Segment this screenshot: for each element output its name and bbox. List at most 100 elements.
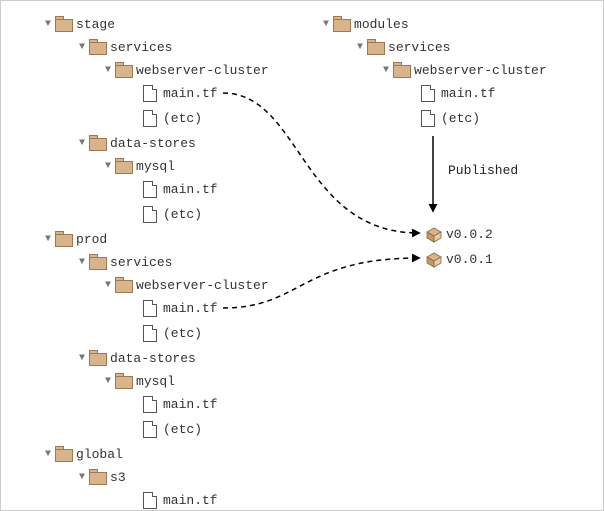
folder-label: services: [110, 40, 172, 55]
file-prod-main-tf: main.tf: [143, 299, 218, 317]
folder-icon: [89, 352, 105, 364]
folder-icon: [55, 233, 71, 245]
folder-icon: [55, 18, 71, 30]
file-icon: [143, 421, 157, 438]
file-label: main.tf: [163, 493, 218, 508]
file-label: main.tf: [441, 86, 496, 101]
expand-icon: ▼: [79, 42, 85, 53]
folder-icon: [115, 160, 131, 172]
file-icon: [143, 325, 157, 342]
folder-label: data-stores: [110, 136, 196, 151]
expand-icon: ▼: [45, 449, 51, 460]
expand-icon: ▼: [323, 19, 329, 30]
file-stage-main-tf: main.tf: [143, 84, 218, 102]
folder-icon: [115, 64, 131, 76]
expand-icon: ▼: [105, 65, 111, 76]
folder-icon: [89, 41, 105, 53]
folder-stage-mysql: ▼ mysql: [105, 157, 175, 175]
folder-icon: [333, 18, 349, 30]
file-label: main.tf: [163, 397, 218, 412]
file-label: (etc): [163, 422, 202, 437]
folder-label: data-stores: [110, 351, 196, 366]
file-icon: [143, 110, 157, 127]
expand-icon: ▼: [105, 376, 111, 387]
file-icon: [143, 181, 157, 198]
file-prod-mysql-etc: (etc): [143, 420, 202, 438]
expand-icon: ▼: [79, 472, 85, 483]
folder-modules-services: ▼ services: [357, 38, 450, 56]
package-v002: v0.0.2: [426, 225, 493, 243]
folder-modules: ▼ modules: [323, 15, 409, 33]
folder-label: webserver-cluster: [136, 278, 269, 293]
file-prod-etc: (etc): [143, 324, 202, 342]
file-icon: [143, 85, 157, 102]
file-label: main.tf: [163, 86, 218, 101]
expand-icon: ▼: [79, 353, 85, 364]
folder-icon: [89, 137, 105, 149]
package-v001: v0.0.1: [426, 250, 493, 268]
folder-stage-webserver-cluster: ▼ webserver-cluster: [105, 61, 269, 79]
file-icon: [421, 85, 435, 102]
expand-icon: ▼: [383, 65, 389, 76]
file-global-main-tf: main.tf: [143, 491, 218, 509]
folder-global-s3: ▼ s3: [79, 468, 126, 486]
file-stage-etc: (etc): [143, 109, 202, 127]
package-icon: [426, 252, 440, 266]
folder-stage: ▼ stage: [45, 15, 115, 33]
diagram-canvas: ▼ stage ▼ services ▼ webserver-cluster m…: [0, 0, 604, 511]
expand-icon: ▼: [105, 161, 111, 172]
expand-icon: ▼: [79, 138, 85, 149]
expand-icon: ▼: [79, 257, 85, 268]
folder-prod-services: ▼ services: [79, 253, 172, 271]
folder-icon: [55, 448, 71, 460]
file-label: (etc): [441, 111, 480, 126]
folder-label: global: [76, 447, 123, 462]
package-icon: [426, 227, 440, 241]
file-stage-mysql-etc: (etc): [143, 205, 202, 223]
file-modules-main-tf: main.tf: [421, 84, 496, 102]
file-icon: [143, 206, 157, 223]
version-label: v0.0.1: [446, 252, 493, 267]
expand-icon: ▼: [105, 280, 111, 291]
file-stage-mysql-main-tf: main.tf: [143, 180, 218, 198]
folder-label: modules: [354, 17, 409, 32]
folder-icon: [393, 64, 409, 76]
expand-icon: ▼: [45, 19, 51, 30]
file-modules-etc: (etc): [421, 109, 480, 127]
file-icon: [421, 110, 435, 127]
file-label: main.tf: [163, 301, 218, 316]
folder-icon: [367, 41, 383, 53]
folder-label: s3: [110, 470, 126, 485]
file-label: (etc): [163, 326, 202, 341]
folder-label: services: [388, 40, 450, 55]
folder-icon: [115, 279, 131, 291]
file-prod-mysql-main-tf: main.tf: [143, 395, 218, 413]
folder-modules-webserver-cluster: ▼ webserver-cluster: [383, 61, 547, 79]
file-label: (etc): [163, 207, 202, 222]
folder-icon: [115, 375, 131, 387]
folder-prod-webserver-cluster: ▼ webserver-cluster: [105, 276, 269, 294]
folder-prod: ▼ prod: [45, 230, 107, 248]
file-icon: [143, 396, 157, 413]
folder-prod-data-stores: ▼ data-stores: [79, 349, 196, 367]
folder-icon: [89, 471, 105, 483]
folder-stage-data-stores: ▼ data-stores: [79, 134, 196, 152]
file-icon: [143, 492, 157, 509]
folder-stage-services: ▼ services: [79, 38, 172, 56]
folder-label: mysql: [136, 159, 175, 174]
version-label: v0.0.2: [446, 227, 493, 242]
folder-label: stage: [76, 17, 115, 32]
folder-label: mysql: [136, 374, 175, 389]
file-label: main.tf: [163, 182, 218, 197]
folder-label: prod: [76, 232, 107, 247]
folder-prod-mysql: ▼ mysql: [105, 372, 175, 390]
expand-icon: ▼: [45, 234, 51, 245]
expand-icon: ▼: [357, 42, 363, 53]
file-label: (etc): [163, 111, 202, 126]
published-label: Published: [448, 163, 518, 178]
folder-label: webserver-cluster: [136, 63, 269, 78]
folder-label: services: [110, 255, 172, 270]
folder-icon: [89, 256, 105, 268]
folder-label: webserver-cluster: [414, 63, 547, 78]
folder-global: ▼ global: [45, 445, 123, 463]
